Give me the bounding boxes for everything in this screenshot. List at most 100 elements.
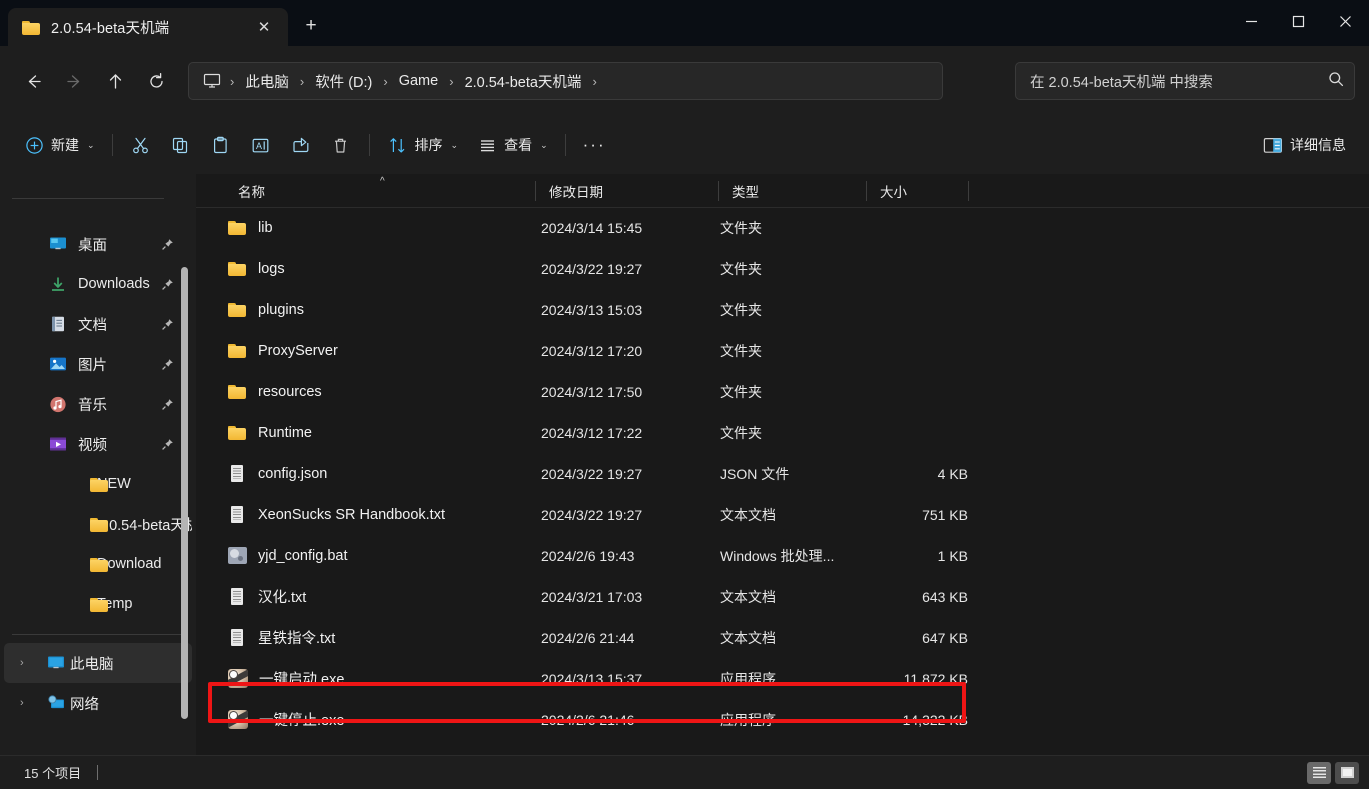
column-header-size[interactable]: 大小: [866, 174, 968, 208]
file-name: XeonSucks SR Handbook.txt: [258, 507, 445, 523]
table-row[interactable]: XeonSucks SR Handbook.txt 2024/3/22 19:2…: [198, 494, 1363, 535]
file-type: 文本文档: [720, 628, 776, 648]
share-icon: [290, 134, 312, 156]
table-row[interactable]: resources 2024/3/12 17:50 文件夹: [198, 371, 1363, 412]
file-date: 2024/2/6 21:44: [541, 630, 634, 646]
table-row[interactable]: 一键停止.exe 2024/2/6 21:46 应用程序 14,322 KB: [198, 699, 1363, 740]
share-button[interactable]: [281, 127, 321, 163]
refresh-icon[interactable]: [137, 62, 175, 100]
column-header-date[interactable]: 修改日期: [535, 174, 718, 208]
sidebar-item-downloads[interactable]: Downloads: [4, 264, 192, 304]
sidebar-item-beta-folder[interactable]: 2.0.54-beta天机端: [4, 504, 192, 544]
pin-icon[interactable]: [161, 358, 174, 371]
file-date: 2024/3/13 15:37: [541, 671, 642, 687]
sidebar-item-new[interactable]: NEW: [4, 464, 192, 504]
file-name-cell: plugins: [228, 301, 304, 318]
search-icon[interactable]: [1328, 71, 1344, 92]
sidebar-scrollbar-thumb[interactable]: [181, 267, 188, 719]
table-row[interactable]: logs 2024/3/22 19:27 文件夹: [198, 248, 1363, 289]
view-icon: [476, 134, 498, 156]
pin-icon[interactable]: [161, 278, 174, 291]
folder-icon: [90, 556, 109, 573]
folder-icon: [90, 516, 109, 533]
column-divider[interactable]: [968, 181, 969, 201]
sidebar-item-desktop[interactable]: 桌面: [4, 224, 192, 264]
file-name: 汉化.txt: [258, 586, 306, 607]
large-icons-view-toggle[interactable]: [1335, 762, 1359, 784]
sidebar-item-network[interactable]: › 网络: [4, 683, 192, 723]
forward-icon[interactable]: [55, 62, 93, 100]
pin-icon[interactable]: [161, 318, 174, 331]
rename-button[interactable]: A: [241, 127, 281, 163]
breadcrumb-item-current-folder[interactable]: 2.0.54-beta天机端: [457, 68, 590, 95]
chevron-right-icon[interactable]: ›: [20, 697, 24, 709]
sidebar-item-pictures[interactable]: 图片: [4, 344, 192, 384]
table-row[interactable]: 星铁指令.txt 2024/2/6 21:44 文本文档 647 KB: [198, 617, 1363, 658]
paste-button[interactable]: [201, 127, 241, 163]
sidebar-item-documents[interactable]: 文档: [4, 304, 192, 344]
details-pane-button[interactable]: 详细信息: [1253, 127, 1355, 163]
pin-icon[interactable]: [161, 438, 174, 451]
minimize-icon[interactable]: [1228, 0, 1275, 42]
close-window-icon[interactable]: [1322, 0, 1369, 42]
document-icon: [228, 465, 247, 482]
new-tab-button[interactable]: +: [294, 9, 328, 43]
sort-button-label: 排序: [415, 135, 443, 155]
music-icon: [48, 394, 68, 414]
details-view-toggle[interactable]: [1307, 762, 1331, 784]
trash-icon: [330, 134, 352, 156]
search-input[interactable]: 在 2.0.54-beta天机端 中搜索: [1030, 71, 1328, 92]
file-size: 4 KB: [772, 466, 968, 482]
file-name-cell: Runtime: [228, 424, 312, 441]
file-name: 星铁指令.txt: [258, 627, 335, 648]
svg-text:A: A: [256, 141, 262, 151]
chevron-right-icon[interactable]: ›: [20, 657, 24, 669]
file-name: plugins: [258, 302, 304, 318]
table-row[interactable]: ProxyServer 2024/3/12 17:20 文件夹: [198, 330, 1363, 371]
tab-title: 2.0.54-beta天机端: [51, 17, 240, 38]
search-box[interactable]: 在 2.0.54-beta天机端 中搜索: [1015, 62, 1355, 100]
table-row[interactable]: plugins 2024/3/13 15:03 文件夹: [198, 289, 1363, 330]
document-icon: [228, 506, 247, 523]
sort-button[interactable]: 排序 ⌄: [378, 127, 468, 163]
breadcrumb[interactable]: › 此电脑 › 软件 (D:) › Game › 2.0.54-beta天机端 …: [188, 62, 943, 100]
sidebar-item-this-pc[interactable]: › 此电脑: [4, 643, 192, 683]
back-icon[interactable]: [14, 62, 52, 100]
file-name-cell: yjd_config.bat: [228, 547, 347, 564]
cut-button[interactable]: [121, 127, 161, 163]
new-button[interactable]: 新建 ⌄: [14, 127, 104, 163]
sidebar-item-download[interactable]: Download: [4, 544, 192, 584]
breadcrumb-item-drive-d[interactable]: 软件 (D:): [307, 68, 380, 95]
table-row-highlighted[interactable]: 一键启动.exe 2024/3/13 15:37 应用程序 11,872 KB: [198, 658, 1363, 699]
folder-icon: [228, 301, 247, 318]
copy-button[interactable]: [161, 127, 201, 163]
column-header-name[interactable]: 名称: [224, 174, 535, 208]
table-row[interactable]: lib 2024/3/14 15:45 文件夹: [198, 208, 1363, 248]
breadcrumb-item-this-pc[interactable]: 此电脑: [237, 68, 297, 95]
file-name-cell: resources: [228, 383, 322, 400]
file-explorer-window: 2.0.54-beta天机端 ✕ +: [0, 0, 1369, 789]
breadcrumb-trailing-separator[interactable]: ›: [589, 74, 599, 89]
maximize-icon[interactable]: [1275, 0, 1322, 42]
address-bar-row: › 此电脑 › 软件 (D:) › Game › 2.0.54-beta天机端 …: [0, 46, 1369, 116]
more-options-button[interactable]: ···: [574, 127, 615, 163]
close-icon[interactable]: ✕: [250, 13, 278, 41]
tab-current-folder[interactable]: 2.0.54-beta天机端 ✕: [8, 8, 288, 46]
this-pc-icon[interactable]: [199, 73, 227, 89]
table-row[interactable]: config.json 2024/3/22 19:27 JSON 文件 4 KB: [198, 453, 1363, 494]
pin-icon[interactable]: [161, 398, 174, 411]
tab-strip: 2.0.54-beta天机端 ✕ +: [0, 0, 328, 46]
sidebar-item-music[interactable]: 音乐: [4, 384, 192, 424]
pin-icon[interactable]: [161, 238, 174, 251]
sidebar-item-temp[interactable]: Temp: [4, 584, 192, 624]
sidebar-item-videos[interactable]: 视频: [4, 424, 192, 464]
delete-button[interactable]: [321, 127, 361, 163]
folder-icon: [228, 219, 247, 236]
table-row[interactable]: 汉化.txt 2024/3/21 17:03 文本文档 643 KB: [198, 576, 1363, 617]
column-header-type[interactable]: 类型: [718, 174, 866, 208]
breadcrumb-item-game[interactable]: Game: [391, 70, 447, 92]
view-button[interactable]: 查看 ⌄: [467, 127, 557, 163]
table-row[interactable]: yjd_config.bat 2024/2/6 19:43 Windows 批处…: [198, 535, 1363, 576]
table-row[interactable]: Runtime 2024/3/12 17:22 文件夹: [198, 412, 1363, 453]
up-icon[interactable]: [96, 62, 134, 100]
